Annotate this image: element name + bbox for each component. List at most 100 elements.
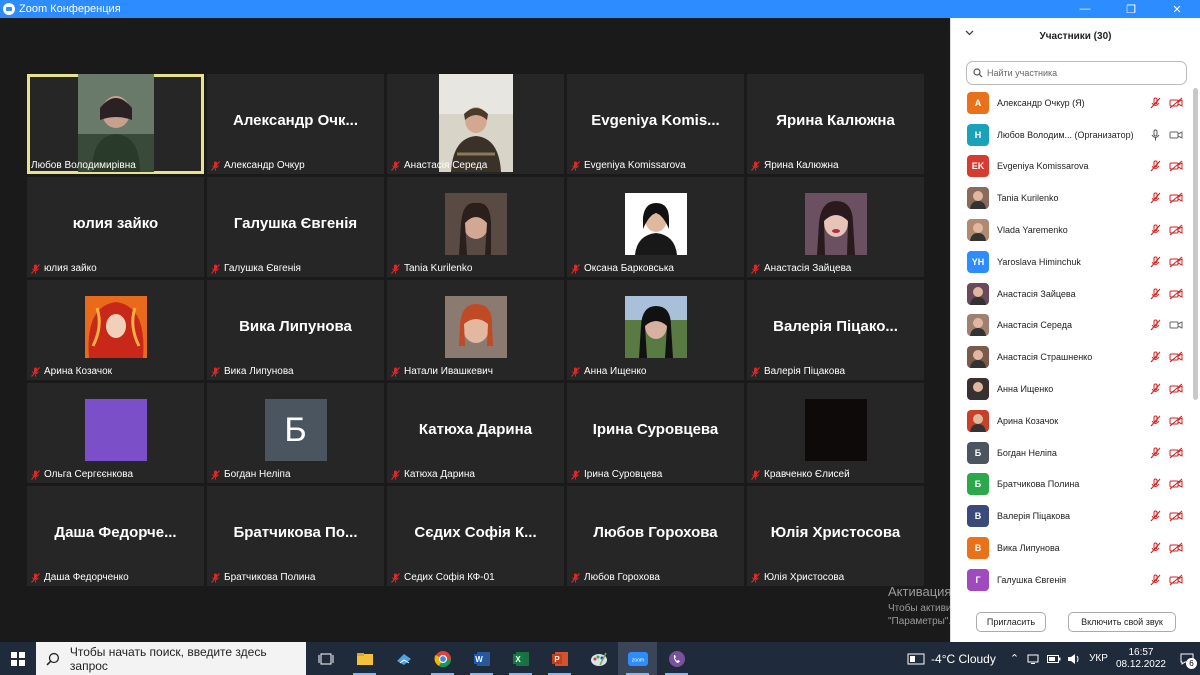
file-explorer-icon[interactable] (345, 642, 384, 675)
video-icon[interactable] (1169, 129, 1183, 141)
video-tile[interactable]: Вика Липунова Вика Липунова (207, 280, 384, 380)
start-button[interactable] (0, 642, 36, 675)
participant-row[interactable]: YH Yaroslava Himinchuk (951, 246, 1191, 278)
store-app-icon[interactable] (384, 642, 423, 675)
video-off-icon[interactable] (1169, 510, 1183, 522)
video-tile[interactable]: Галушка Євгенія Галушка Євгенія (207, 177, 384, 277)
muted-mic-icon[interactable] (1150, 542, 1161, 554)
video-off-icon[interactable] (1169, 478, 1183, 490)
muted-mic-icon[interactable] (1150, 415, 1161, 427)
tray-overflow-icon[interactable]: ⌃ (1010, 652, 1019, 665)
language-indicator[interactable]: УКР (1089, 653, 1108, 664)
participant-row[interactable]: A Александр Очкур (Я) (951, 87, 1191, 119)
muted-mic-icon[interactable] (1150, 224, 1161, 236)
battery-icon[interactable] (1047, 654, 1061, 664)
participant-row[interactable]: Г Галушка Євгенія (951, 564, 1191, 596)
excel-icon[interactable]: X (501, 642, 540, 675)
participant-list-scrollbar[interactable] (1193, 88, 1198, 400)
clock[interactable]: 16:57 08.12.2022 (1116, 647, 1166, 671)
chevron-down-icon[interactable] (965, 30, 974, 36)
video-tile[interactable]: Юлія Христосова Юлія Христосова (747, 486, 924, 586)
video-tile[interactable]: Ірина Суровцева Ірина Суровцева (567, 383, 744, 483)
participant-row[interactable]: Б Богдан Неліпа (951, 437, 1191, 469)
video-off-icon[interactable] (1169, 192, 1183, 204)
video-off-icon[interactable] (1169, 574, 1183, 586)
muted-mic-icon[interactable] (1150, 160, 1161, 172)
video-tile[interactable]: Любов Горохова Любов Горохова (567, 486, 744, 586)
video-off-icon[interactable] (1169, 256, 1183, 268)
maximize-button[interactable]: ❐ (1108, 0, 1154, 18)
participant-row[interactable]: Н Любов Володим... (Организатор) (951, 119, 1191, 151)
video-tile[interactable]: Анастасія Середа (387, 74, 564, 174)
participant-row[interactable]: Vlada Yaremenko (951, 214, 1191, 246)
unmute-myself-button[interactable]: Включить свой звук (1068, 612, 1176, 632)
video-off-icon[interactable] (1169, 542, 1183, 554)
notifications-button[interactable]: 6 (1174, 642, 1200, 675)
muted-mic-icon[interactable] (1150, 192, 1161, 204)
mic-icon[interactable] (1150, 129, 1161, 141)
volume-icon[interactable] (1067, 653, 1081, 665)
network-icon[interactable] (1027, 653, 1041, 665)
muted-mic-icon[interactable] (1150, 97, 1161, 109)
video-off-icon[interactable] (1169, 97, 1183, 109)
muted-mic-icon[interactable] (1150, 383, 1161, 395)
muted-mic-icon[interactable] (1150, 256, 1161, 268)
participant-row[interactable]: Анна Ищенко (951, 373, 1191, 405)
muted-mic-icon[interactable] (1150, 319, 1161, 331)
participant-row[interactable]: EK Evgeniya Komissarova (951, 151, 1191, 183)
video-tile[interactable]: Александр Очк... Александр Очкур (207, 74, 384, 174)
close-button[interactable]: ✕ (1154, 0, 1200, 18)
video-tile[interactable]: Ольга Сергєєнкова (27, 383, 204, 483)
powerpoint-icon[interactable]: P (540, 642, 579, 675)
video-icon[interactable] (1169, 319, 1183, 331)
video-off-icon[interactable] (1169, 351, 1183, 363)
video-tile[interactable]: Даша Федорче... Даша Федорченко (27, 486, 204, 586)
video-off-icon[interactable] (1169, 383, 1183, 395)
video-tile[interactable]: Братчикова По... Братчикова Полина (207, 486, 384, 586)
video-tile[interactable]: Б Богдан Неліпа (207, 383, 384, 483)
taskbar-search-box[interactable]: Чтобы начать поиск, введите здесь запрос (36, 642, 306, 675)
muted-mic-icon[interactable] (1150, 574, 1161, 586)
participant-row[interactable]: Б Братчикова Полина (951, 469, 1191, 501)
video-tile[interactable]: Натали Ивашкевич (387, 280, 564, 380)
video-tile[interactable]: Анастасія Зайцева (747, 177, 924, 277)
participant-row[interactable]: В Вика Липунова (951, 532, 1191, 564)
video-tile[interactable]: Кравченко Єлисей (747, 383, 924, 483)
participant-row[interactable]: Арина Козачок (951, 405, 1191, 437)
video-tile[interactable]: Арина Козачок (27, 280, 204, 380)
video-tile[interactable]: Валерія Піцако... Валерія Піцакова (747, 280, 924, 380)
video-tile[interactable]: Ярина Калюжна Ярина Калюжна (747, 74, 924, 174)
video-tile[interactable]: Оксана Барковська (567, 177, 744, 277)
video-tile[interactable]: Любов Володимирівна (27, 74, 204, 174)
participant-search-input[interactable]: Найти участника (966, 61, 1187, 85)
muted-mic-icon[interactable] (1150, 351, 1161, 363)
video-tile[interactable]: Анна Ищенко (567, 280, 744, 380)
participant-row[interactable]: Tania Kurilenko (951, 182, 1191, 214)
muted-mic-icon[interactable] (1150, 447, 1161, 459)
muted-mic-icon[interactable] (1150, 510, 1161, 522)
video-off-icon[interactable] (1169, 160, 1183, 172)
participant-row[interactable]: В Валерія Піцакова (951, 500, 1191, 532)
weather-text[interactable]: -4°C Cloudy (931, 652, 996, 666)
viber-icon[interactable] (657, 642, 696, 675)
video-off-icon[interactable] (1169, 447, 1183, 459)
video-tile[interactable]: Evgeniya Komis... Evgeniya Komissarova (567, 74, 744, 174)
video-off-icon[interactable] (1169, 288, 1183, 300)
video-tile[interactable]: Катюха Дарина Катюха Дарина (387, 383, 564, 483)
participant-row[interactable]: Анастасія Зайцева (951, 278, 1191, 310)
participant-row[interactable]: Анастасія Середа (951, 310, 1191, 342)
video-off-icon[interactable] (1169, 224, 1183, 236)
muted-mic-icon[interactable] (1150, 288, 1161, 300)
word-icon[interactable]: W (462, 642, 501, 675)
video-tile[interactable]: юлия зайко юлия зайко (27, 177, 204, 277)
video-tile[interactable]: Tania Kurilenko (387, 177, 564, 277)
invite-button[interactable]: Пригласить (976, 612, 1046, 632)
video-tile[interactable]: Сєдих Софія К... Седих Софія КФ-01 (387, 486, 564, 586)
video-off-icon[interactable] (1169, 415, 1183, 427)
zoom-app-icon[interactable]: zoom (618, 642, 657, 675)
participant-row[interactable]: Анастасія Страшненко (951, 341, 1191, 373)
paint-icon[interactable] (579, 642, 618, 675)
task-view-icon[interactable] (306, 642, 345, 675)
muted-mic-icon[interactable] (1150, 478, 1161, 490)
minimize-button[interactable]: — (1062, 0, 1108, 18)
